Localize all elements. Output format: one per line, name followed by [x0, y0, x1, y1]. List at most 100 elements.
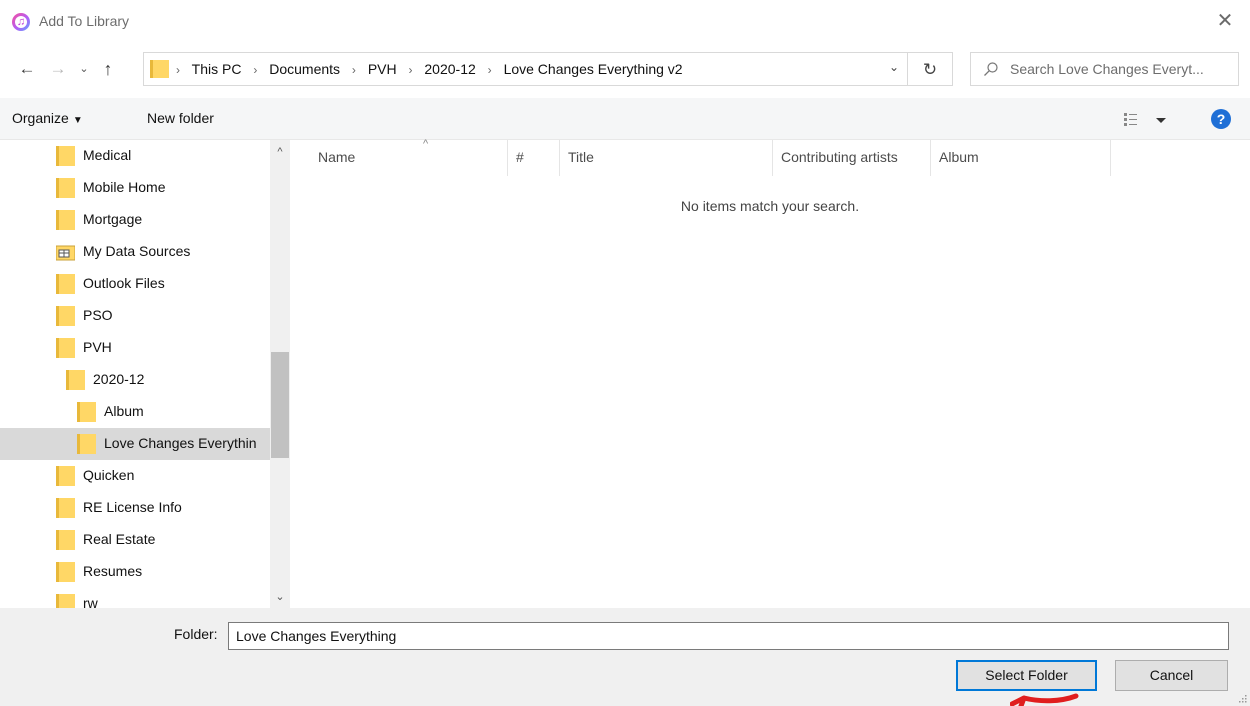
folder-icon	[66, 370, 85, 390]
breadcrumb-documents[interactable]: Documents	[269, 61, 340, 77]
tree-item-label: rw	[83, 595, 98, 608]
column-header-number[interactable]: #	[508, 140, 560, 176]
column-header-album[interactable]: Album	[931, 140, 1111, 176]
breadcrumb-this-pc[interactable]: This PC	[192, 61, 242, 77]
column-header-name[interactable]: Name ^	[310, 138, 508, 176]
tree-item[interactable]: Love Changes Everythin	[0, 428, 270, 460]
breadcrumb: › This PC › Documents › PVH › 2020-12 › …	[176, 61, 683, 77]
tree-item-label: Real Estate	[83, 531, 156, 547]
cancel-button[interactable]: Cancel	[1115, 660, 1228, 691]
column-number-label: #	[516, 149, 524, 165]
scroll-up-icon[interactable]: ^	[270, 146, 290, 158]
tree-item[interactable]: Quicken	[0, 460, 270, 492]
tree-item[interactable]: Real Estate	[0, 524, 270, 556]
folder-icon	[56, 594, 75, 608]
toolbar: Organize ▼ New folder ?	[0, 98, 1250, 140]
window-title: Add To Library	[39, 13, 130, 29]
column-header-title[interactable]: Title	[560, 140, 773, 176]
change-view-icon[interactable]	[1124, 111, 1170, 129]
folder-icon	[56, 146, 75, 166]
recent-locations-chevron-icon[interactable]: ⌄	[73, 58, 95, 80]
breadcrumb-separator-icon: ›	[408, 63, 413, 77]
file-list-pane[interactable]: Name ^ # Title Contributing artists Albu…	[290, 138, 1250, 608]
organize-label: Organize	[12, 110, 69, 126]
search-icon	[984, 62, 998, 76]
navigation-pane[interactable]: Medical Mobile Home Mortgage My Data Source…	[0, 140, 290, 608]
navigation-pane-scrollbar[interactable]: ^ ⌄	[270, 140, 290, 608]
close-icon[interactable]: ✕	[1212, 8, 1238, 34]
tree-item[interactable]: 2020-12	[0, 364, 270, 396]
resize-grip-icon[interactable]	[1237, 693, 1247, 703]
scroll-down-icon[interactable]: ⌄	[270, 590, 290, 603]
tree-item-label: PSO	[83, 307, 113, 323]
breadcrumb-separator-icon: ›	[487, 63, 492, 77]
organize-menu-button[interactable]: Organize ▼	[12, 110, 83, 126]
itunes-icon: ♫	[12, 13, 30, 31]
tree-item[interactable]: My Data Sources	[0, 236, 270, 268]
empty-results-message: No items match your search.	[680, 198, 860, 214]
tree-item[interactable]: Outlook Files	[0, 268, 270, 300]
tree-item-label: My Data Sources	[83, 243, 191, 259]
tree-item[interactable]: Album	[0, 396, 270, 428]
column-artists-label: Contributing artists	[781, 149, 898, 165]
folder-icon	[56, 178, 75, 198]
title-bar: ♫ Add To Library ✕	[0, 0, 1250, 44]
folder-icon	[56, 338, 75, 358]
address-dropdown-icon[interactable]: ⌄	[889, 60, 899, 74]
tree-item[interactable]: Mortgage	[0, 204, 270, 236]
tree-item[interactable]: PVH	[0, 332, 270, 364]
breadcrumb-separator-icon: ›	[176, 63, 180, 77]
tree-item-label: Mobile Home	[83, 179, 166, 195]
folder-icon	[77, 434, 96, 454]
column-title-label: Title	[568, 149, 594, 165]
folder-icon	[56, 466, 75, 486]
search-placeholder: Search Love Changes Everyt...	[1010, 61, 1204, 77]
breadcrumb-2020-12[interactable]: 2020-12	[424, 61, 475, 77]
tree-item-label: Album	[104, 403, 144, 419]
refresh-icon[interactable]: ↻	[908, 52, 953, 86]
select-folder-button[interactable]: Select Folder	[956, 660, 1097, 691]
breadcrumb-current-folder[interactable]: Love Changes Everything v2	[504, 61, 683, 77]
up-arrow-icon[interactable]: ↑	[97, 58, 119, 80]
folder-icon	[56, 498, 75, 518]
tree-item-label: Outlook Files	[83, 275, 165, 291]
search-box[interactable]: Search Love Changes Everyt...	[970, 52, 1239, 86]
tree-item-label: RE License Info	[83, 499, 182, 515]
breadcrumb-pvh[interactable]: PVH	[368, 61, 397, 77]
folder-icon	[56, 306, 75, 326]
tree-item-label: 2020-12	[93, 371, 145, 387]
column-album-label: Album	[939, 149, 979, 165]
folder-name-input[interactable]	[228, 622, 1229, 650]
tree-item-label: Love Changes Everythin	[104, 435, 257, 451]
red-annotation-arrow-icon	[1010, 693, 1079, 706]
tree-item-label: Resumes	[83, 563, 143, 579]
tree-item[interactable]: Resumes	[0, 556, 270, 588]
tree-item-label: PVH	[83, 339, 112, 355]
dialog-footer: Folder: Select Folder Cancel	[0, 608, 1250, 706]
folder-icon	[56, 274, 75, 294]
breadcrumb-separator-icon: ›	[253, 63, 258, 77]
folder-icon	[77, 402, 96, 422]
new-folder-button[interactable]: New folder	[147, 110, 214, 126]
add-to-library-dialog: ♫ Add To Library ✕ ← → ⌄ ↑ › This PC › D…	[0, 0, 1250, 706]
data-sources-folder-icon	[56, 245, 75, 261]
folder-icon	[56, 210, 75, 230]
back-arrow-icon[interactable]: ←	[16, 58, 38, 80]
sort-ascending-icon: ^	[423, 138, 429, 150]
folder-icon	[56, 530, 75, 550]
scrollbar-thumb[interactable]	[271, 352, 289, 458]
tree-item-label: Medical	[83, 147, 132, 163]
tree-item[interactable]: Medical	[0, 140, 270, 172]
tree-item-label: Quicken	[83, 467, 135, 483]
column-header-contributing-artists[interactable]: Contributing artists	[773, 140, 931, 176]
forward-arrow-icon[interactable]: →	[47, 58, 69, 80]
tree-item[interactable]: RE License Info	[0, 492, 270, 524]
tree-item[interactable]: Mobile Home	[0, 172, 270, 204]
folder-field-label: Folder:	[174, 626, 218, 642]
caret-down-icon: ▼	[72, 115, 83, 126]
tree-item[interactable]: PSO	[0, 300, 270, 332]
tree-item[interactable]: rw	[0, 588, 270, 608]
breadcrumb-separator-icon: ›	[351, 63, 356, 77]
address-bar[interactable]: › This PC › Documents › PVH › 2020-12 › …	[143, 52, 908, 86]
help-icon[interactable]: ?	[1211, 109, 1231, 129]
